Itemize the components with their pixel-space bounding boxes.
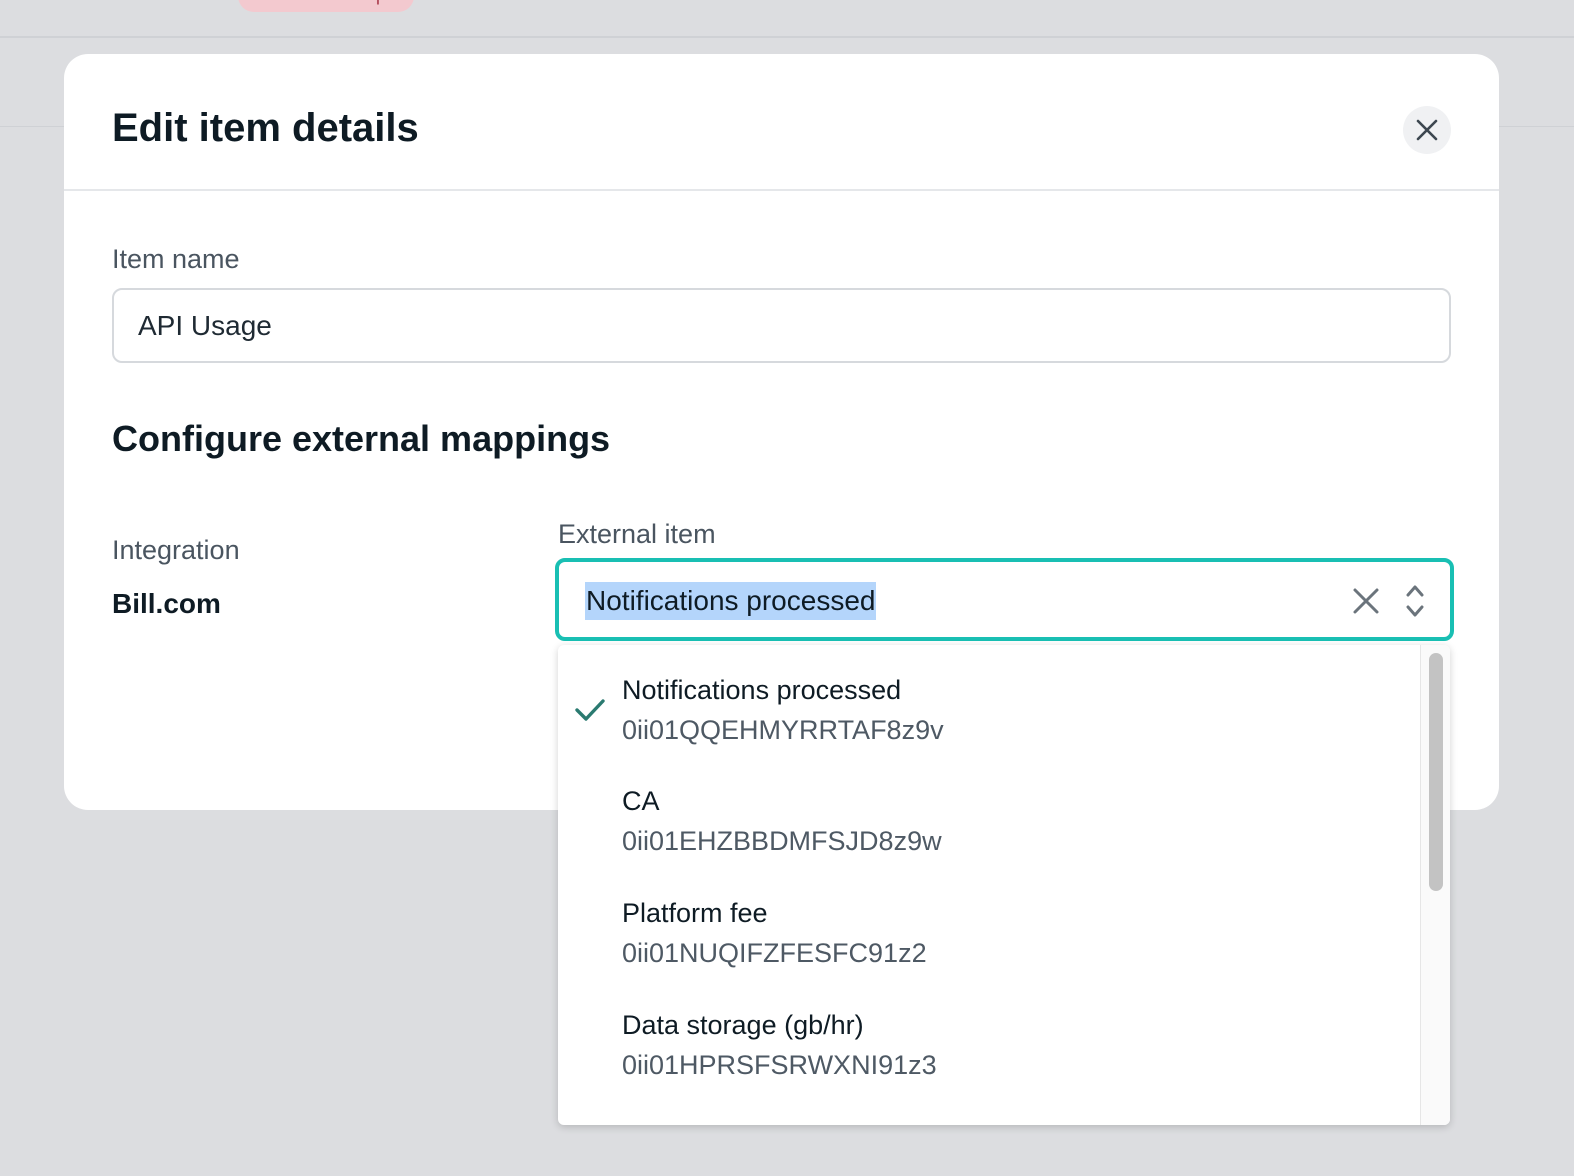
external-item-select[interactable]: Notifications processed (555, 558, 1454, 641)
option-label: Platform fee (622, 898, 768, 928)
option-id: 0ii01EHZBBDMFSJD8z9w (622, 826, 942, 856)
close-button[interactable] (1403, 106, 1451, 154)
background-divider (0, 36, 1574, 38)
scrollbar-thumb[interactable] (1429, 653, 1443, 891)
option-id: 0ii01NUQIFZFESFC91z2 (622, 938, 927, 968)
external-item-label: External item (558, 519, 716, 549)
item-name-label: Item name (112, 244, 240, 274)
external-item-dropdown: Notifications processed 0ii01QQEHMYRRTAF… (558, 645, 1450, 1125)
check-icon (575, 699, 605, 721)
external-item-select-value[interactable]: Notifications processed (585, 582, 877, 620)
option-id: 0ii01HPRSFSRWXNI91z3 (622, 1050, 937, 1080)
clear-icon[interactable] (1351, 586, 1381, 616)
dropdown-option[interactable]: Data storage (gb/hr) 0ii01HPRSFSRWXNI91z… (558, 980, 1420, 1092)
item-name-input[interactable]: API Usage (112, 288, 1451, 363)
integration-value: Bill.com (112, 588, 221, 619)
chevron-up-down-icon[interactable] (1403, 582, 1427, 620)
dropdown-scrollbar[interactable] (1420, 645, 1450, 1125)
modal-header: Edit item details (64, 54, 1499, 191)
dropdown-option[interactable]: CA 0ii01EHZBBDMFSJD8z9w (558, 756, 1420, 868)
close-icon (1416, 119, 1438, 141)
modal-title: Edit item details (112, 106, 419, 150)
dropdown-option[interactable]: Platform fee 0ii01NUQIFZFESFC91z2 (558, 868, 1420, 980)
dropdown-option[interactable]: Notifications processed 0ii01QQEHMYRRTAF… (558, 645, 1420, 757)
mappings-section-title: Configure external mappings (112, 418, 611, 459)
integration-label: Integration (112, 535, 240, 565)
option-label: Data storage (gb/hr) (622, 1010, 864, 1040)
status-badge: Needs setup (238, 0, 414, 12)
option-label: Notifications processed (622, 675, 902, 705)
option-id: 0ii01QQEHMYRRTAF8z9v (622, 715, 944, 745)
option-label: CA (622, 786, 660, 816)
